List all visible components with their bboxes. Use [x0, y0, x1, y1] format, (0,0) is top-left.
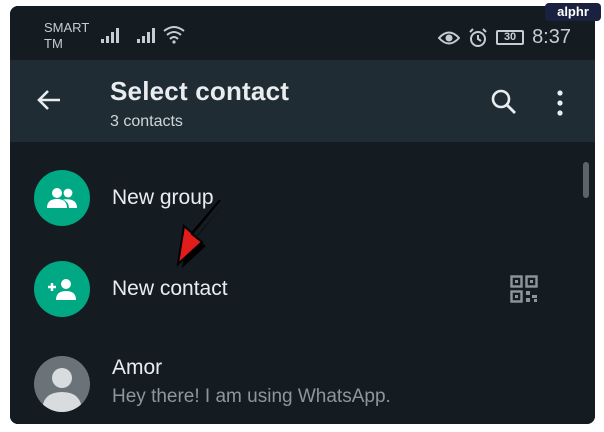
screenshot-frame: SMART TM 30 8:37 Select contact 3 contac…	[0, 0, 604, 432]
list-item-new-group[interactable]: New group	[10, 154, 595, 244]
app-header: Select contact 3 contacts	[10, 60, 595, 142]
contact-name: Amor	[112, 356, 163, 379]
phone-screen: SMART TM 30 8:37 Select contact 3 contac…	[10, 6, 595, 424]
clock-time: 8:37	[532, 26, 571, 48]
eye-icon	[438, 31, 461, 44]
carrier-label: SMART TM	[44, 20, 89, 52]
group-icon	[34, 170, 90, 226]
alarm-icon	[469, 27, 487, 47]
wifi-icon	[163, 26, 185, 44]
search-icon[interactable]	[490, 88, 518, 116]
more-vert-icon[interactable]	[556, 90, 564, 116]
carrier-line2: TM	[44, 36, 63, 51]
red-arrow-icon	[176, 199, 224, 268]
signal-icon	[101, 28, 119, 43]
status-bar: SMART TM 30 8:37	[10, 6, 595, 60]
contact-count: 3 contacts	[110, 113, 183, 130]
signal-icon	[137, 28, 155, 43]
battery-icon: 30	[496, 30, 525, 45]
list-item-new-contact[interactable]: New contact	[10, 245, 595, 335]
qr-code-icon[interactable]	[510, 275, 538, 303]
add-person-icon	[34, 261, 90, 317]
contact-list: New group New contact Amor Hey there! I …	[10, 142, 595, 424]
contact-status: Hey there! I am using WhatsApp.	[112, 386, 391, 407]
carrier-line1: SMART	[44, 20, 90, 35]
list-item-label: New contact	[112, 277, 228, 300]
list-item-contact[interactable]: Amor Hey there! I am using WhatsApp.	[10, 340, 595, 424]
watermark-logo: alphr	[545, 3, 601, 21]
back-arrow-icon[interactable]	[36, 88, 62, 112]
page-title: Select contact	[110, 76, 290, 106]
default-avatar-icon	[34, 356, 90, 412]
status-right: 30 8:37	[438, 26, 571, 49]
